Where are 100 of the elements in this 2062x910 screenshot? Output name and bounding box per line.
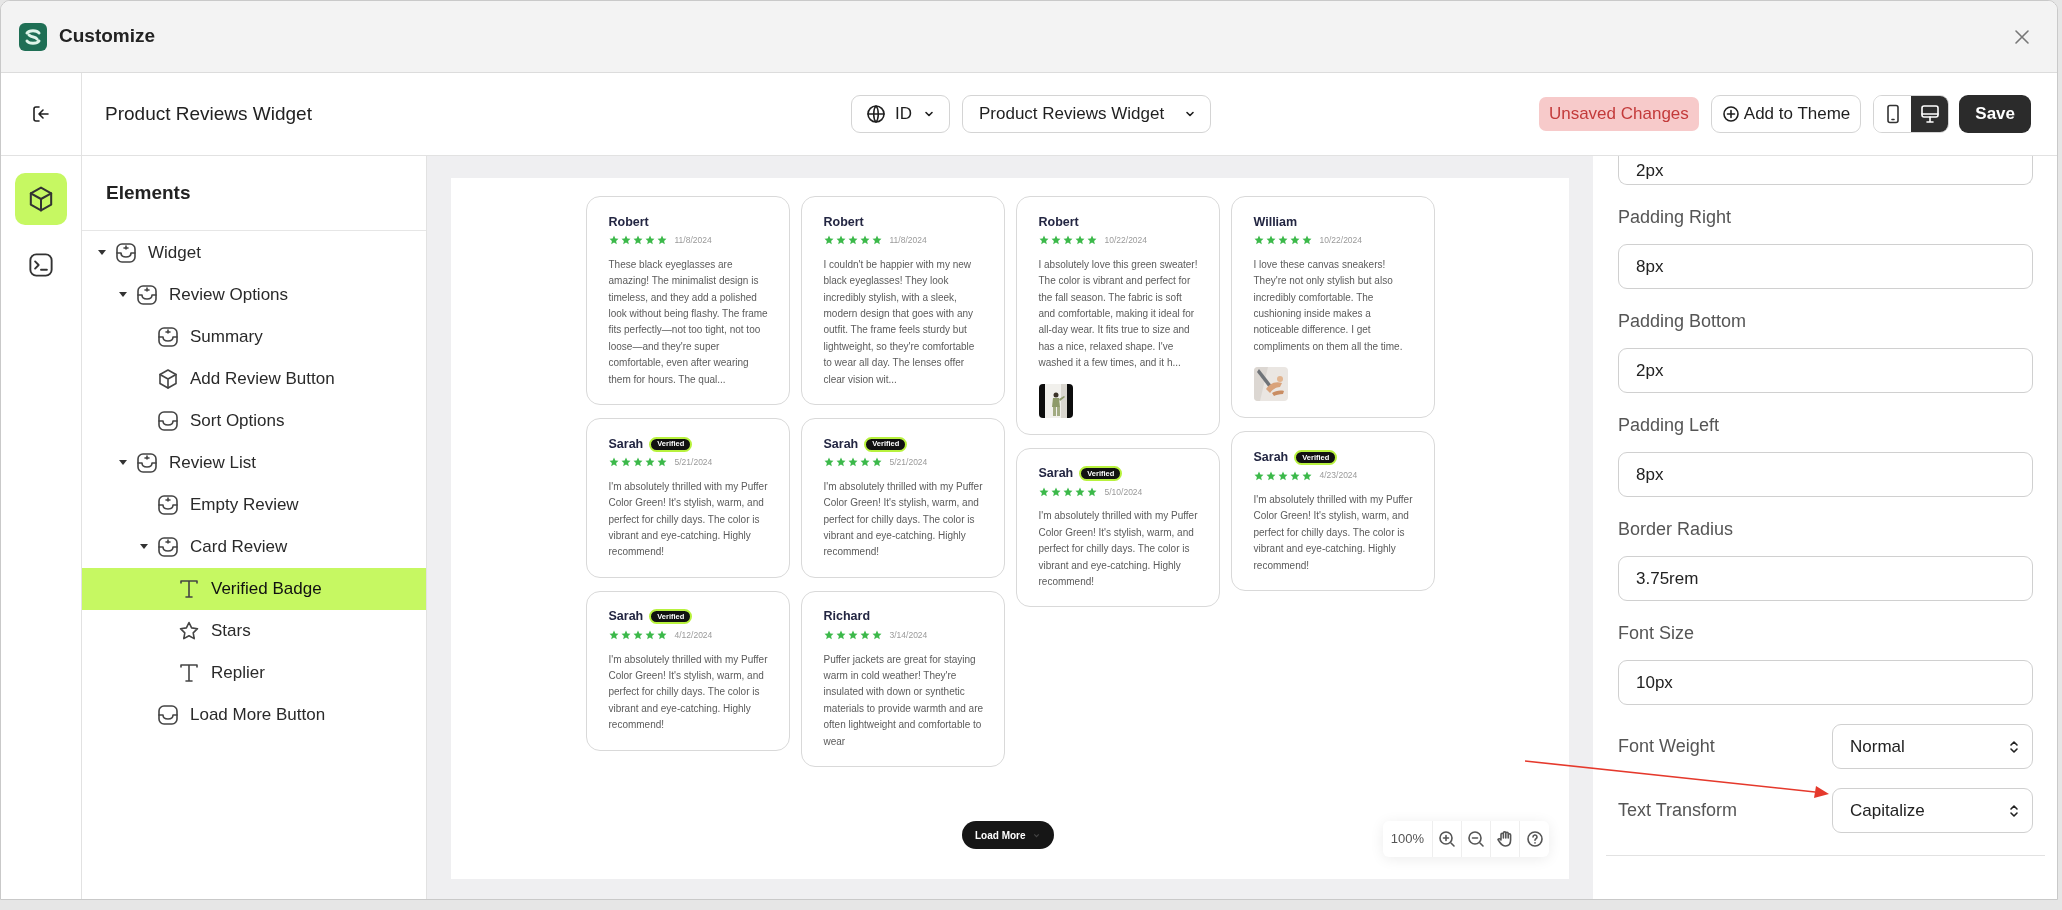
star-icon bbox=[1289, 470, 1300, 481]
tree-item[interactable]: Review List bbox=[82, 442, 426, 484]
review-text: I couldn't be happier with my new black eyeglasses! They look incredibly stylish, with a sleek, modern design that goes with any outfit. The frame feels sturdy but lightweight, so they're comfortable to wear all day. The lenses offer clear vision wit... bbox=[823, 257, 976, 387]
reviewer-name: William bbox=[1253, 213, 1298, 231]
device-toggle[interactable] bbox=[1911, 96, 1949, 132]
widget-select[interactable]: Product Reviews Widget bbox=[962, 95, 1212, 133]
tray-icon bbox=[157, 704, 179, 726]
text-field[interactable]: 8px bbox=[1618, 244, 2033, 289]
star-icon bbox=[871, 235, 882, 246]
star-icon bbox=[1038, 486, 1049, 497]
star-icon bbox=[608, 630, 619, 641]
field-label: Border Radius bbox=[1618, 518, 1735, 541]
zoom-level: 100% bbox=[1382, 821, 1433, 857]
tree-item[interactable]: Sort Options bbox=[82, 400, 426, 442]
star-icon bbox=[859, 630, 870, 641]
tree-item[interactable]: Summary bbox=[82, 316, 426, 358]
star-icon bbox=[1062, 486, 1073, 497]
star-icon bbox=[608, 457, 619, 468]
text-field[interactable]: 2px bbox=[1618, 156, 2033, 185]
star-icon bbox=[1289, 235, 1300, 246]
caret-icon[interactable] bbox=[140, 544, 148, 550]
add-to-theme-button[interactable]: Add to Theme bbox=[1710, 95, 1862, 133]
language-select[interactable]: ID bbox=[851, 95, 950, 133]
tree-item[interactable]: Empty Review bbox=[82, 484, 426, 526]
text-field[interactable]: 3.75rem bbox=[1618, 556, 2033, 601]
review-date: 10/22/2024 bbox=[1319, 234, 1363, 247]
tree-item[interactable]: Stars bbox=[82, 610, 426, 652]
star-icon bbox=[859, 457, 870, 468]
tree-item[interactable]: Add Review Button bbox=[82, 358, 426, 400]
star-icon bbox=[835, 457, 846, 468]
review-date: 3/14/2024 bbox=[889, 628, 928, 642]
field-label: Padding Right bbox=[1618, 206, 1733, 229]
tray-icon bbox=[136, 284, 158, 306]
star-icon bbox=[1062, 235, 1073, 246]
reviewer-name: Sarah bbox=[823, 435, 859, 453]
review-date: 5/21/2024 bbox=[674, 456, 713, 469]
star-icon bbox=[656, 235, 667, 246]
star-icon bbox=[1301, 235, 1312, 246]
star-icon bbox=[1050, 235, 1061, 246]
caret-icon[interactable] bbox=[119, 460, 127, 466]
star-icon bbox=[656, 630, 667, 641]
star-icon bbox=[835, 235, 846, 246]
reviewer-name: Sarah bbox=[608, 608, 644, 626]
star-icon bbox=[1265, 470, 1276, 481]
star-icon bbox=[644, 630, 655, 641]
star-icon bbox=[1277, 235, 1288, 246]
star-icon bbox=[1277, 470, 1288, 481]
reviewer-name: Sarah bbox=[1253, 448, 1289, 466]
cube-icon bbox=[157, 368, 179, 390]
star-icon bbox=[1253, 235, 1264, 246]
review-text: I'm absolutely thrilled with my Puffer Color Green! It's stylish, warm, and perfect for chilly days. The color is vibrant and eye-catching. Highly recommend! bbox=[823, 479, 984, 560]
tree-item[interactable]: Load More Button bbox=[82, 694, 426, 736]
save-button[interactable]: Save bbox=[1959, 95, 2031, 133]
hand-icon[interactable] bbox=[1496, 830, 1514, 848]
tree-item[interactable]: Card Review bbox=[82, 526, 426, 568]
sidebar-tab[interactable] bbox=[15, 173, 67, 225]
page-title: Product Reviews Widget bbox=[105, 102, 312, 124]
help-icon[interactable] bbox=[1525, 830, 1544, 848]
review-date: 4/23/2024 bbox=[1319, 469, 1358, 482]
star-icon bbox=[1074, 486, 1085, 497]
text-field[interactable]: 10px bbox=[1618, 660, 2033, 705]
star-icon bbox=[644, 457, 655, 468]
text-field[interactable]: 8px bbox=[1618, 452, 2033, 497]
window-title: Customize bbox=[59, 24, 156, 49]
star-icon bbox=[847, 235, 858, 246]
tree-item[interactable]: Replier bbox=[82, 652, 426, 694]
field-label: Font Size bbox=[1618, 622, 1696, 645]
load-more-button[interactable]: Load More bbox=[962, 821, 1054, 849]
app-logo bbox=[19, 22, 47, 51]
zoom-out-icon[interactable] bbox=[1467, 830, 1485, 848]
star-icon bbox=[632, 457, 643, 468]
review-text: These black eyeglasses are amazing! The minimalist design is timeless, and they add a polished look without being flashy. The frame fits perfectly—not too tight, not too loose—and they're super comfortable, even after wearing them for hours. The qual... bbox=[608, 257, 769, 387]
review-date: 11/8/2024 bbox=[674, 234, 712, 247]
star-icon bbox=[632, 235, 643, 246]
exit-icon[interactable] bbox=[31, 104, 51, 124]
text-field[interactable]: 2px bbox=[1618, 348, 2033, 393]
field-label: Padding Left bbox=[1618, 414, 1721, 437]
panel-title: Elements bbox=[106, 180, 191, 205]
caret-icon[interactable] bbox=[119, 292, 127, 298]
status-badge: Unsaved Changes bbox=[1538, 97, 1699, 131]
zoom-in-icon[interactable] bbox=[1438, 830, 1456, 848]
star-icon bbox=[1265, 235, 1276, 246]
tree-item[interactable]: Review Options bbox=[82, 274, 426, 316]
star-icon bbox=[1086, 235, 1097, 246]
review-text: I'm absolutely thrilled with my Puffer Color Green! It's stylish, warm, and perfect for chilly days. The color is vibrant and eye-catching. Highly recommend! bbox=[1038, 509, 1199, 589]
close-icon[interactable] bbox=[2013, 27, 2031, 46]
select-field[interactable]: Capitalize bbox=[1832, 788, 2033, 833]
star-icon bbox=[1050, 486, 1061, 497]
star-icon bbox=[620, 457, 631, 468]
star-icon bbox=[1301, 470, 1312, 481]
star-icon bbox=[1086, 486, 1097, 497]
star-icon bbox=[608, 235, 619, 246]
star-icon bbox=[1253, 470, 1264, 481]
caret-icon[interactable] bbox=[98, 250, 106, 256]
select-field[interactable]: Normal bbox=[1832, 724, 2033, 769]
review-date: 10/22/2024 bbox=[1104, 234, 1148, 247]
review-date: 11/8/2024 bbox=[889, 234, 927, 247]
field-label: Font Weight bbox=[1618, 735, 1715, 758]
tree-item[interactable]: Widget bbox=[82, 232, 426, 274]
tree-item[interactable]: Verified Badge bbox=[82, 568, 426, 610]
